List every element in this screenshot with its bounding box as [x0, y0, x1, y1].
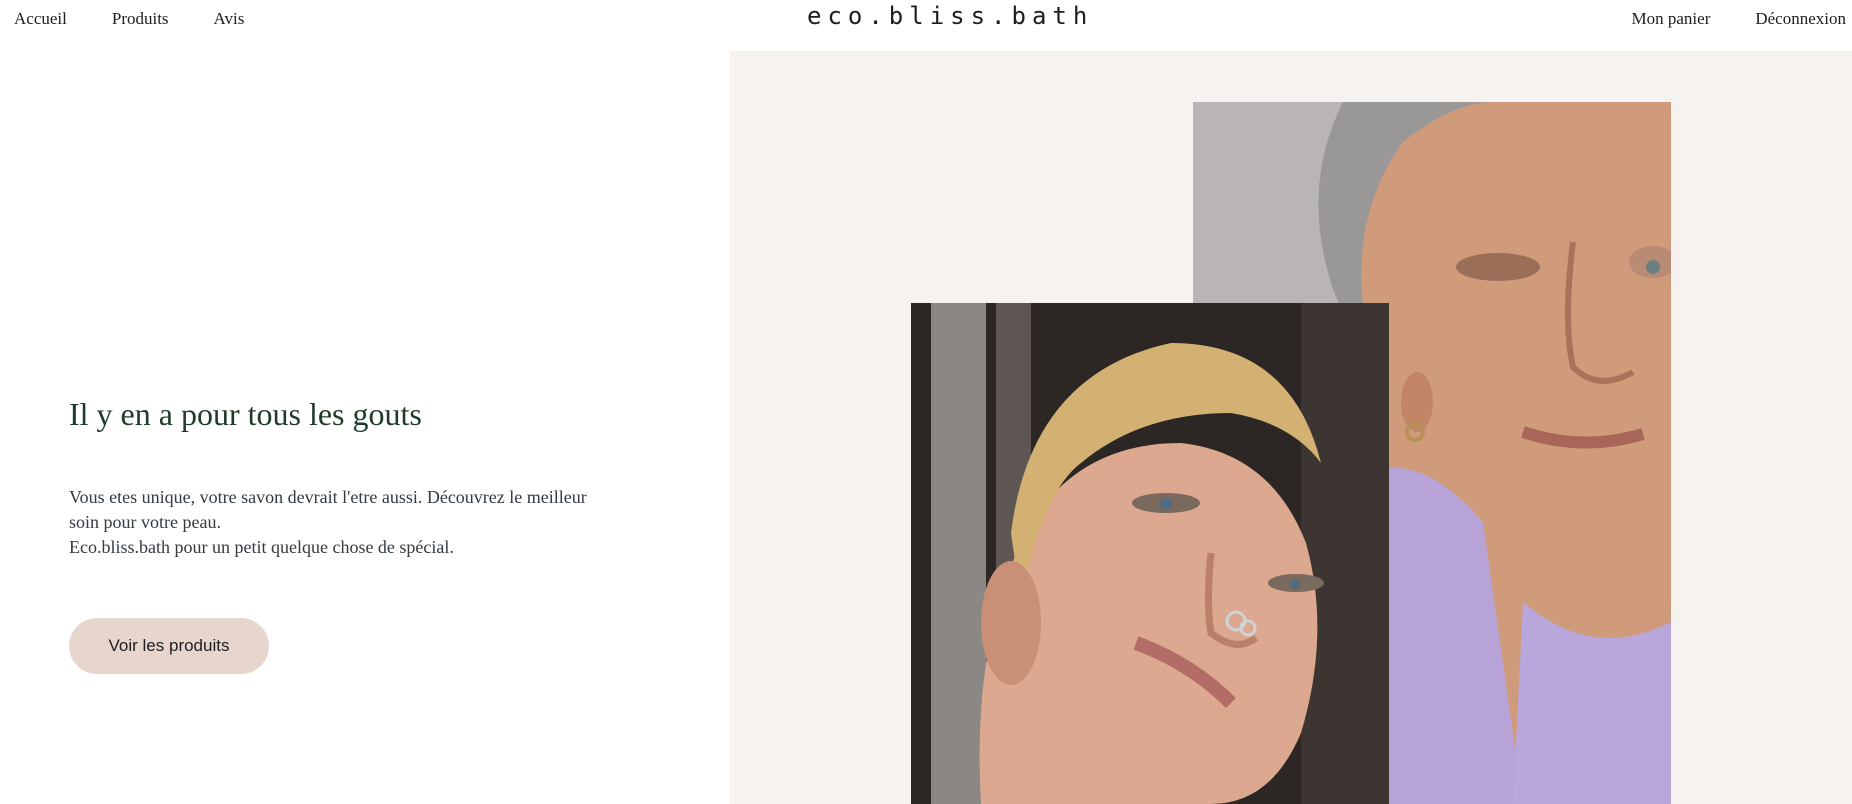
- brand-logo[interactable]: eco.bliss.bath: [807, 2, 1093, 30]
- nav-link-deconnexion[interactable]: Déconnexion: [1755, 9, 1846, 29]
- hero-description-line-3: Eco.bliss.bath pour un petit quelque cho…: [69, 537, 454, 557]
- nav-link-mon-panier[interactable]: Mon panier: [1632, 9, 1711, 29]
- hero-description-line-2: soin pour votre peau.: [69, 512, 221, 532]
- primary-nav: Accueil Produits Avis: [14, 9, 244, 29]
- site-header: Accueil Produits Avis eco.bliss.bath Mon…: [0, 0, 1852, 50]
- account-nav: Mon panier Déconnexion: [1632, 9, 1846, 29]
- nav-link-accueil[interactable]: Accueil: [14, 9, 67, 29]
- nav-link-avis[interactable]: Avis: [214, 9, 245, 29]
- young-man-portrait: [911, 303, 1389, 804]
- photo-young-man: [911, 303, 1389, 804]
- voir-les-produits-button[interactable]: Voir les produits: [69, 618, 269, 674]
- nav-link-produits[interactable]: Produits: [112, 9, 169, 29]
- hero-description: Vous etes unique, votre savon devrait l'…: [69, 485, 629, 560]
- hero-description-line-1: Vous etes unique, votre savon devrait l'…: [69, 487, 587, 507]
- hero-title: Il y en a pour tous les gouts: [69, 396, 422, 432]
